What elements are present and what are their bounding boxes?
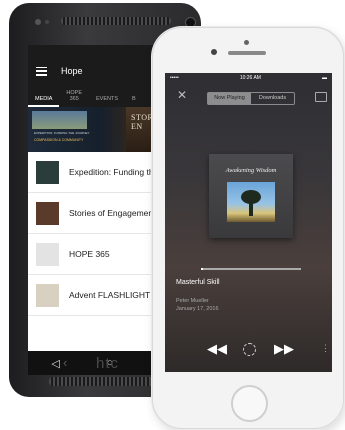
iphone: ••••• 10:26 AM ▬ ✕ Now Playing Downloads…	[152, 27, 344, 429]
loading-spinner-icon	[243, 343, 256, 356]
banner-caption: EXPEDITION: FUNDING THE JOURNEY	[34, 131, 90, 135]
chevron-left-icon: ‹	[63, 355, 68, 370]
artist-name: Peter Mueller	[176, 298, 209, 304]
home-button[interactable]	[231, 385, 268, 422]
item-thumbnail	[36, 283, 59, 307]
album-title: Awakening Wisdom	[225, 167, 277, 174]
playback-controls: ◀◀ ▶▶ ⋮	[165, 339, 332, 359]
item-thumbnail	[36, 160, 59, 184]
release-date: January 17, 2016	[176, 306, 219, 312]
progress-fill	[201, 268, 203, 270]
front-camera	[35, 19, 41, 25]
status-time: 10:26 AM	[239, 75, 261, 81]
fast-forward-icon[interactable]: ▶▶	[274, 341, 294, 357]
song-title: Masterful Skill	[176, 279, 220, 286]
player-header: ✕ Now Playing Downloads	[165, 85, 332, 107]
more-options-icon[interactable]: ⋮	[321, 343, 330, 354]
album-art: Awakening Wisdom	[209, 154, 293, 238]
banner-image	[32, 111, 87, 129]
segment-downloads[interactable]: Downloads	[251, 93, 294, 104]
tree-trunk	[249, 202, 253, 216]
airplay-icon[interactable]	[315, 92, 327, 102]
sensor	[45, 20, 49, 24]
front-camera	[244, 40, 249, 45]
item-label: Expedition: Funding the J	[69, 167, 165, 177]
proximity-sensor	[211, 49, 217, 55]
close-icon[interactable]: ✕	[177, 89, 187, 101]
iphone-screen: ••••• 10:26 AM ▬ ✕ Now Playing Downloads…	[165, 73, 332, 372]
earpiece	[228, 51, 266, 55]
progress-bar[interactable]	[201, 268, 301, 270]
top-speaker-grille	[61, 17, 171, 25]
app-title: Hope	[61, 66, 83, 76]
banner-subcaption: COMPASSION & COMMUNITY	[34, 138, 84, 142]
battery-icon: ▬	[322, 75, 327, 81]
segment-now-playing[interactable]: Now Playing	[208, 93, 251, 104]
carrier-signal: •••••	[170, 75, 179, 81]
item-thumbnail	[36, 242, 59, 266]
tab-more[interactable]: B	[125, 96, 143, 107]
brand-logo: htc	[96, 355, 120, 372]
item-label: Advent FLASHLIGHT	[69, 290, 151, 300]
status-bar: ••••• 10:26 AM ▬	[165, 73, 332, 85]
back-icon[interactable]: ◁	[51, 357, 59, 370]
segment-control: Now Playing Downloads	[207, 92, 295, 105]
tab-events[interactable]: EVENTS	[89, 96, 125, 107]
rewind-icon[interactable]: ◀◀	[207, 341, 227, 357]
tab-media[interactable]: MEDIA	[28, 96, 60, 107]
tab-hope-365[interactable]: HOPE 365	[59, 90, 89, 107]
hamburger-menu-icon[interactable]	[36, 66, 47, 76]
item-label: Stories of Engagement	[69, 208, 156, 218]
tree-image	[227, 182, 275, 222]
item-label: HOPE 365	[69, 249, 110, 259]
item-thumbnail	[36, 201, 59, 225]
